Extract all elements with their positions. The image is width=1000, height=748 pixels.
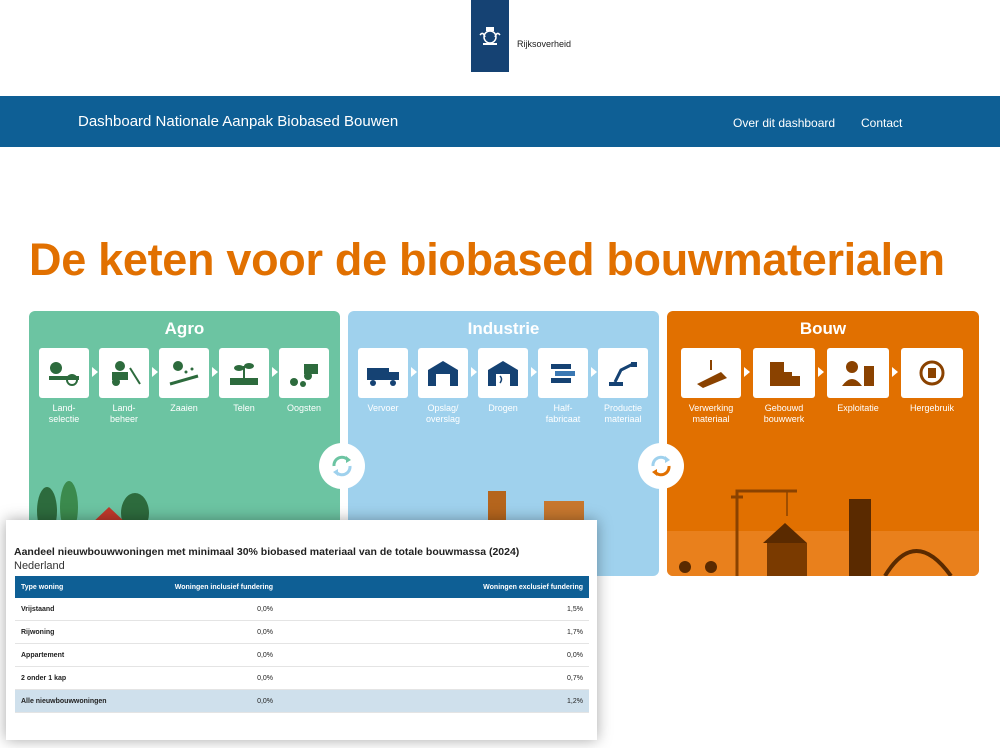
table-row: Vrijstaand 0,0% 1,5%	[15, 598, 589, 621]
cell-inclusief: 0,0%	[126, 666, 462, 690]
table-row: Rijwoning 0,0% 1,7%	[15, 620, 589, 644]
step-hergebruik: Hergebruik	[901, 348, 963, 414]
step-drogen: Drogen	[478, 348, 528, 414]
column-header-type[interactable]: Type woning	[15, 576, 127, 598]
step-zaaien: Zaaien	[159, 348, 209, 414]
land-management-icon	[99, 348, 149, 398]
cell-type: 2 onder 1 kap	[15, 666, 127, 690]
roof-construction-icon	[681, 348, 741, 398]
step-label: Half- fabricaat	[545, 403, 581, 424]
panel-title-industrie: Industrie	[467, 319, 540, 338]
building-icon	[753, 348, 815, 398]
step-telen: Telen	[219, 348, 269, 414]
card-subtitle: Nederland	[14, 560, 65, 572]
logo-text: Rijksoverheid	[517, 39, 572, 49]
step-label: Oogsten	[286, 403, 322, 413]
crest-icon	[471, 0, 509, 72]
harvest-icon	[279, 348, 329, 398]
step-landselectie: Land- selectie	[39, 348, 89, 425]
cycle-arrows-icon	[319, 443, 365, 489]
step-productie: Productie materiaal	[598, 348, 648, 425]
step-label: Opslag/ overslag	[425, 403, 461, 424]
construction-illustration	[667, 489, 979, 576]
step-vervoer: Vervoer	[358, 348, 408, 414]
cell-type: Alle nieuwbouwwoningen	[15, 689, 127, 713]
step-halffabricaat: Half- fabricaat	[538, 348, 588, 425]
step-label: Land- selectie	[48, 403, 80, 424]
arrow-icon	[591, 367, 597, 377]
truck-icon	[358, 348, 408, 398]
step-gebouwd: Gebouwd bouwwerk	[753, 348, 815, 425]
sowing-icon	[159, 348, 209, 398]
table-header-row: Type woning Woningen inclusief fundering…	[15, 576, 589, 598]
land-selection-icon	[39, 348, 89, 398]
cell-inclusief: 0,0%	[126, 620, 462, 644]
step-label: Gebouwd bouwwerk	[763, 403, 805, 424]
table-row-total: Alle nieuwbouwwoningen 0,0% 1,2%	[15, 689, 589, 713]
cell-inclusief: 0,0%	[126, 689, 462, 713]
step-label: Exploitatie	[837, 403, 879, 413]
step-label: Productie materiaal	[603, 403, 643, 424]
drying-building-icon	[478, 348, 528, 398]
arrow-icon	[818, 367, 824, 377]
cell-exclusief: 1,2%	[461, 689, 589, 713]
cell-type: Rijwoning	[15, 620, 127, 644]
step-oogsten: Oogsten	[279, 348, 329, 414]
sprout-icon	[219, 348, 269, 398]
rijksoverheid-logo[interactable]: Rijksoverheid	[471, 0, 571, 72]
cell-exclusief: 0,0%	[461, 643, 589, 667]
nav-link-over-dit-dashboard[interactable]: Over dit dashboard	[733, 116, 835, 130]
arrow-icon	[531, 367, 537, 377]
cell-exclusief: 1,7%	[461, 620, 589, 644]
step-label: Verwerking materiaal	[688, 403, 734, 424]
robot-arm-icon	[598, 348, 648, 398]
cycle-arrows-icon	[638, 443, 684, 489]
step-label: Telen	[233, 403, 255, 413]
cell-type: Appartement	[15, 643, 127, 667]
panel-title-bouw: Bouw	[799, 319, 847, 338]
step-label: Drogen	[488, 403, 518, 413]
step-label: Hergebruik	[909, 403, 955, 413]
statistics-table: Type woning Woningen inclusief fundering…	[15, 576, 589, 713]
panel-title-agro: Agro	[164, 319, 205, 338]
arrow-icon	[92, 367, 98, 377]
cell-inclusief: 0,0%	[126, 598, 462, 621]
arrow-icon	[744, 367, 750, 377]
step-label: Land- beheer	[109, 403, 139, 424]
step-opslag: Opslag/ overslag	[418, 348, 468, 425]
arrow-icon	[272, 367, 278, 377]
cell-inclusief: 0,0%	[126, 643, 462, 667]
step-label: Zaaien	[170, 403, 198, 413]
step-exploitatie: Exploitatie	[827, 348, 889, 414]
recycle-building-icon	[901, 348, 963, 398]
arrow-icon	[411, 367, 417, 377]
arrow-icon	[152, 367, 158, 377]
column-header-exclusief[interactable]: Woningen exclusief fundering	[461, 576, 589, 598]
step-verwerking: Verwerking materiaal	[681, 348, 741, 425]
cell-exclusief: 1,5%	[461, 598, 589, 621]
panel-bouw: Bouw Verwerking materiaal Gebouwd bouwwe…	[667, 311, 979, 576]
card-title: Aandeel nieuwbouwwoningen met minimaal 3…	[14, 546, 520, 558]
person-building-icon	[827, 348, 889, 398]
dashboard-title[interactable]: Dashboard Nationale Aanpak Biobased Bouw…	[78, 113, 398, 130]
arrow-icon	[212, 367, 218, 377]
table-row: Appartement 0,0% 0,0%	[15, 643, 589, 667]
table-row: 2 onder 1 kap 0,0% 0,7%	[15, 666, 589, 690]
cell-type: Vrijstaand	[15, 598, 127, 621]
arrow-icon	[892, 367, 898, 377]
arrow-icon	[471, 367, 477, 377]
warehouse-icon	[418, 348, 468, 398]
material-stack-icon	[538, 348, 588, 398]
step-label: Vervoer	[367, 403, 399, 413]
statistics-card: Aandeel nieuwbouwwoningen met minimaal 3…	[6, 520, 597, 740]
step-landbeheer: Land- beheer	[99, 348, 149, 425]
page-title: De keten voor de biobased bouwmaterialen	[29, 234, 945, 285]
top-navbar: Dashboard Nationale Aanpak Biobased Bouw…	[0, 96, 1000, 147]
column-header-inclusief[interactable]: Woningen inclusief fundering	[126, 576, 462, 598]
cell-exclusief: 0,7%	[461, 666, 589, 690]
nav-link-contact[interactable]: Contact	[861, 116, 902, 130]
